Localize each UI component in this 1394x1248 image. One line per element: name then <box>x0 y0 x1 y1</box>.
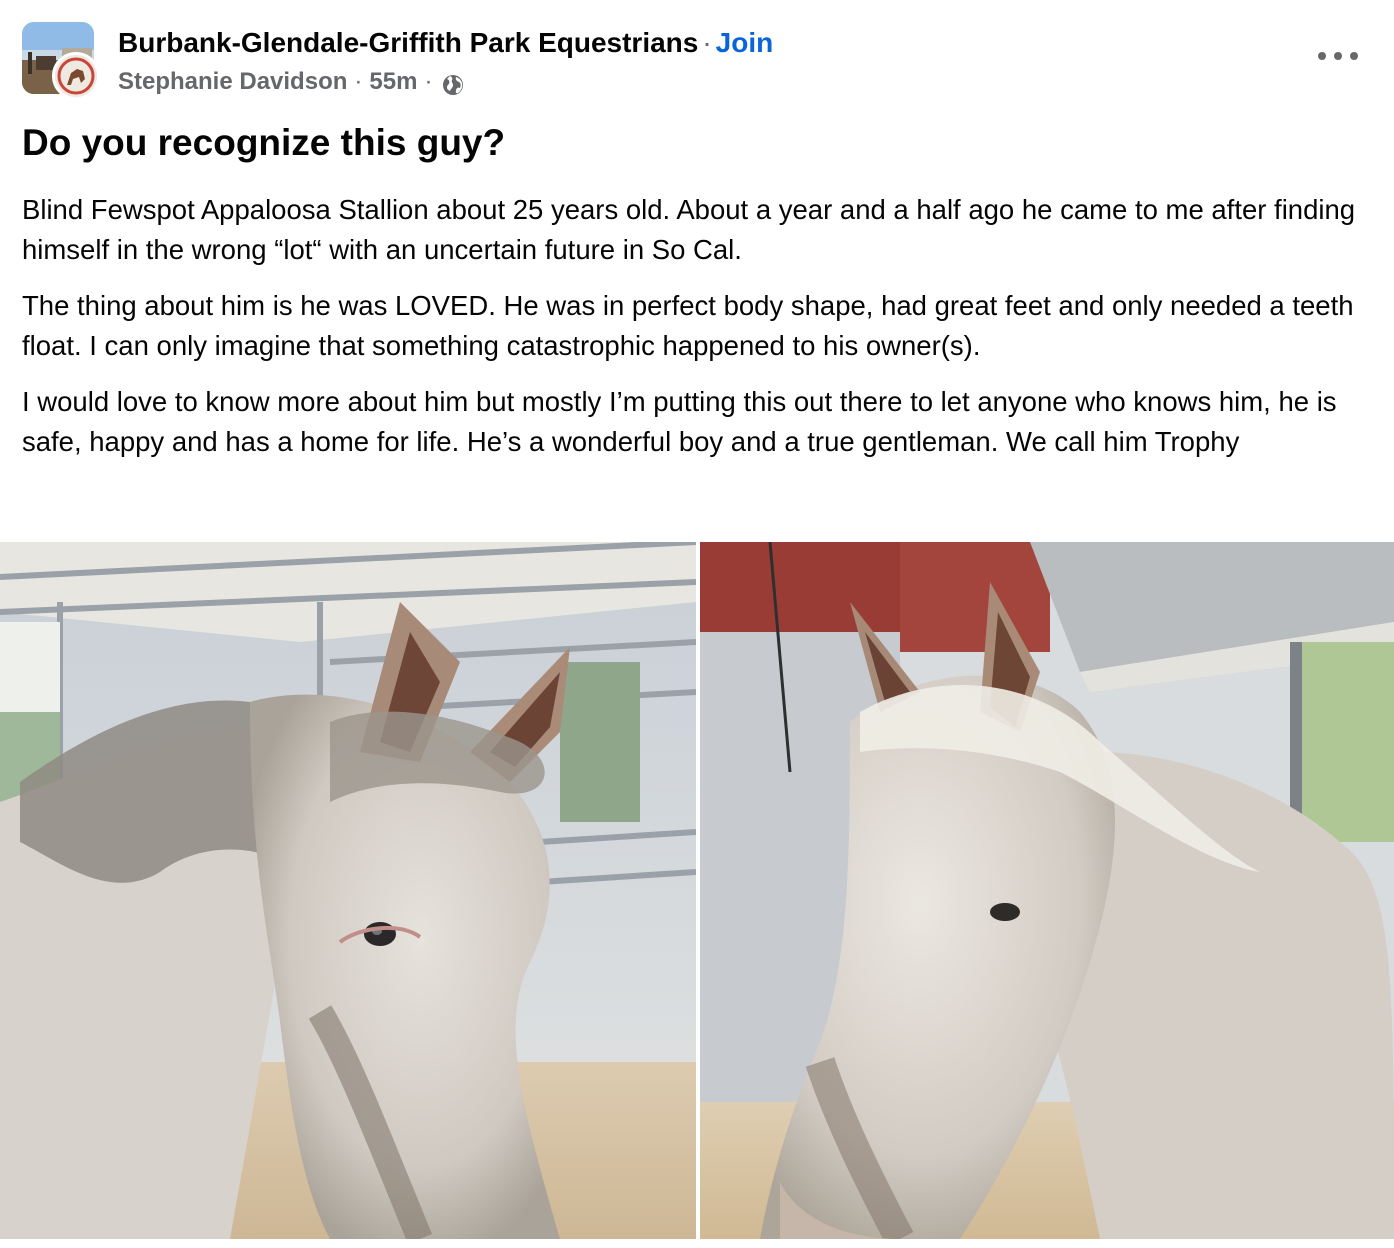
post-paragraph: Blind Fewspot Appaloosa Stallion about 2… <box>22 194 1356 265</box>
post-paragraph: I would love to know more about him but … <box>22 386 1337 457</box>
post-body: Blind Fewspot Appaloosa Stallion about 2… <box>22 190 1377 478</box>
more-dot <box>1334 52 1342 60</box>
post-meta: Stephanie Davidson · 55m · <box>118 62 773 102</box>
post-title: Do you recognize this guy? <box>22 122 506 163</box>
globe-icon <box>441 70 465 95</box>
horse-photo-right[interactable] <box>700 542 1394 1239</box>
more-options-icon[interactable] <box>1318 46 1358 66</box>
group-title-line: Burbank-Glendale-Griffith Park Equestria… <box>118 24 773 62</box>
user-avatar[interactable] <box>52 52 100 100</box>
more-dot <box>1318 52 1326 60</box>
meta-separator: · <box>424 68 433 95</box>
post-timestamp[interactable]: 55m <box>369 62 417 102</box>
meta-separator: · <box>354 68 363 95</box>
join-separator: · <box>702 27 712 58</box>
author-name-link[interactable]: Stephanie Davidson <box>118 62 347 102</box>
header-text: Burbank-Glendale-Griffith Park Equestria… <box>118 24 773 102</box>
join-button[interactable]: Join <box>716 27 774 58</box>
post-paragraph: The thing about him is he was LOVED. He … <box>22 290 1354 361</box>
avatar-stack[interactable] <box>22 22 100 100</box>
horse-photo-left[interactable] <box>0 542 696 1239</box>
more-dot <box>1350 52 1358 60</box>
post-header: Burbank-Glendale-Griffith Park Equestria… <box>22 22 1372 100</box>
group-name-link[interactable]: Burbank-Glendale-Griffith Park Equestria… <box>118 27 698 58</box>
photo-grid <box>0 542 1394 1239</box>
